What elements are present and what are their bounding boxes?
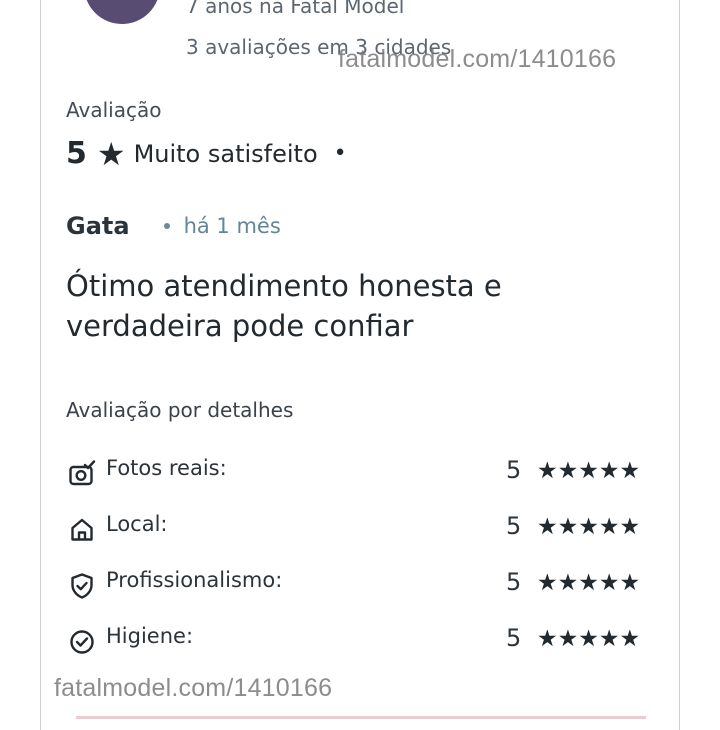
- detail-score: 5: [506, 568, 522, 596]
- detail-stars: ★★★★★: [537, 514, 641, 540]
- reviewer-line: Gata há 1 mês: [66, 212, 281, 240]
- detail-label: Fotos reais:: [106, 456, 227, 480]
- detail-row-profissionalismo: Profissionalismo: 5 ★★★★★: [66, 568, 656, 602]
- star-icon: ★: [96, 134, 126, 173]
- detail-stars: ★★★★★: [537, 458, 641, 484]
- shield-check-icon: [71, 573, 93, 599]
- reviewer-name: Gata: [66, 212, 130, 240]
- card-bottom-divider: [76, 716, 646, 719]
- satisfaction-label: Muito satisfeito: [133, 139, 318, 168]
- detail-score: 5: [506, 512, 522, 540]
- camera-check-icon: [69, 460, 96, 486]
- detail-row-fotos-reais: Fotos reais: 5 ★★★★★: [66, 456, 656, 490]
- watermark-top: fatalmodel.com/1410166: [338, 45, 617, 73]
- separator-dot-icon: [163, 223, 170, 229]
- detail-score: 5: [506, 624, 522, 652]
- detail-label: Profissionalismo:: [106, 568, 283, 592]
- home-icon: [71, 518, 93, 541]
- detail-label: Local:: [106, 512, 168, 536]
- rating-score: 5: [66, 136, 87, 171]
- review-time: há 1 mês: [183, 214, 281, 238]
- watermark-bottom: fatalmodel.com/1410166: [54, 674, 333, 702]
- overall-rating: 5 ★ Muito satisfeito •: [66, 136, 347, 171]
- detail-stars: ★★★★★: [537, 626, 641, 652]
- details-section-label: Avaliação por detalhes: [66, 398, 294, 422]
- detail-score: 5: [506, 456, 522, 484]
- detail-row-higiene: Higiene: 5 ★★★★★: [66, 624, 656, 658]
- detail-row-local: Local: 5 ★★★★★: [66, 512, 656, 546]
- detail-stars: ★★★★★: [537, 570, 641, 596]
- profile-years: 7 anos na Fatal Model: [186, 0, 405, 18]
- rating-section-label: Avaliação: [66, 98, 162, 122]
- review-comment: Ótimo atendimento honesta e verdadeira p…: [66, 269, 502, 343]
- circle-check-icon: [70, 630, 94, 654]
- separator-dot: •: [333, 141, 347, 166]
- detail-label: Higiene:: [106, 624, 194, 648]
